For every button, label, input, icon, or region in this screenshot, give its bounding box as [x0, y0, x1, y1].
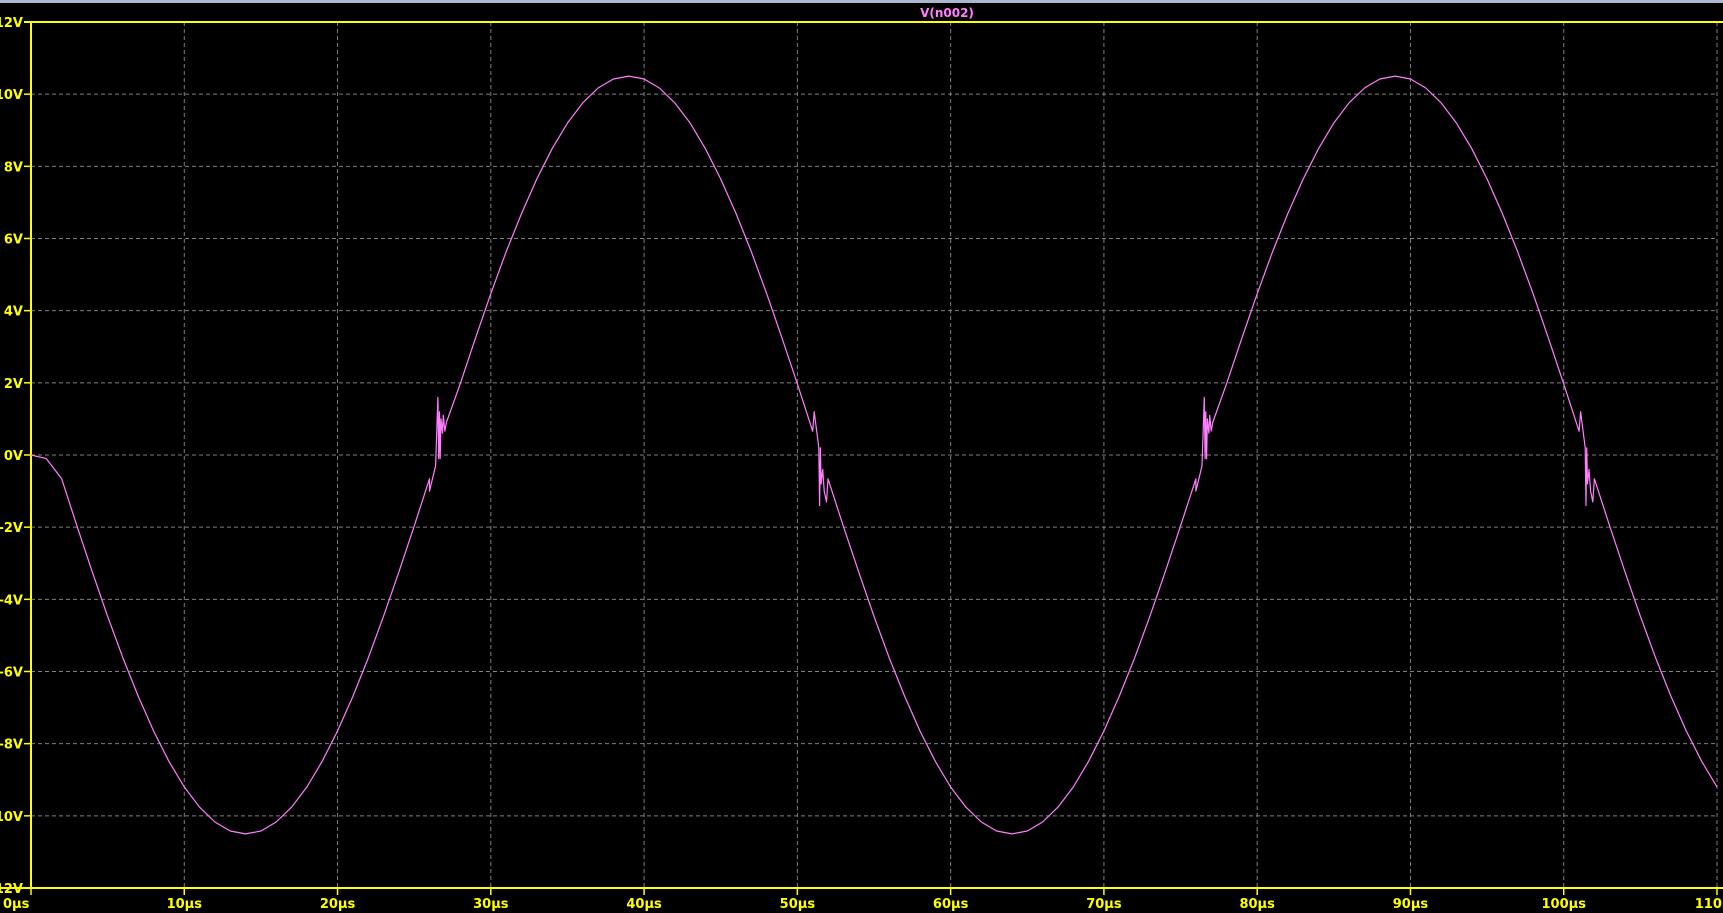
grid	[31, 22, 1718, 888]
y-tick-label: -2V	[0, 521, 23, 536]
y-tick-label: 6V	[4, 233, 23, 248]
y-tick-label: 0V	[4, 449, 23, 464]
x-tick-label: 50µs	[780, 897, 816, 912]
y-tick-label: 10V	[0, 88, 23, 103]
x-tick-label: 90µs	[1393, 897, 1429, 912]
x-tick-label: 60µs	[933, 897, 969, 912]
y-tick-label: 12V	[0, 16, 23, 31]
x-tick-label: 80µs	[1239, 897, 1275, 912]
trace-label[interactable]: V(n002)	[920, 6, 974, 20]
x-tick-label: 10µs	[167, 897, 203, 912]
y-tick-label: 2V	[4, 377, 23, 392]
tick-labels: 12V 10V 8V 6V 4V 2V 0V -2V -4V -6V -8V -10V -12V0µs 1…	[0, 16, 1723, 912]
waveform-plot[interactable]: V(n002) 12V 10V 8V 6V 4V 2V 0V -2V -4V -6V -8V -10V…	[0, 0, 1723, 913]
y-tick-label: -6V	[0, 666, 23, 681]
y-tick-label: -4V	[0, 593, 23, 608]
x-tick-label: 30µs	[473, 897, 509, 912]
x-tick-label: 70µs	[1086, 897, 1122, 912]
axes	[0, 21, 1723, 895]
y-tick-label: -12V	[0, 882, 23, 897]
x-tick-label: 40µs	[626, 897, 662, 912]
y-tick-label: 4V	[4, 305, 23, 320]
x-tick-label: 110µs	[1695, 897, 1723, 912]
y-tick-label: -8V	[0, 738, 23, 753]
x-tick-label: 0µs	[3, 897, 30, 912]
x-tick-label: 20µs	[320, 897, 356, 912]
x-tick-label: 100µs	[1542, 897, 1587, 912]
y-tick-label: 8V	[4, 160, 23, 175]
y-tick-label: -10V	[0, 810, 23, 825]
